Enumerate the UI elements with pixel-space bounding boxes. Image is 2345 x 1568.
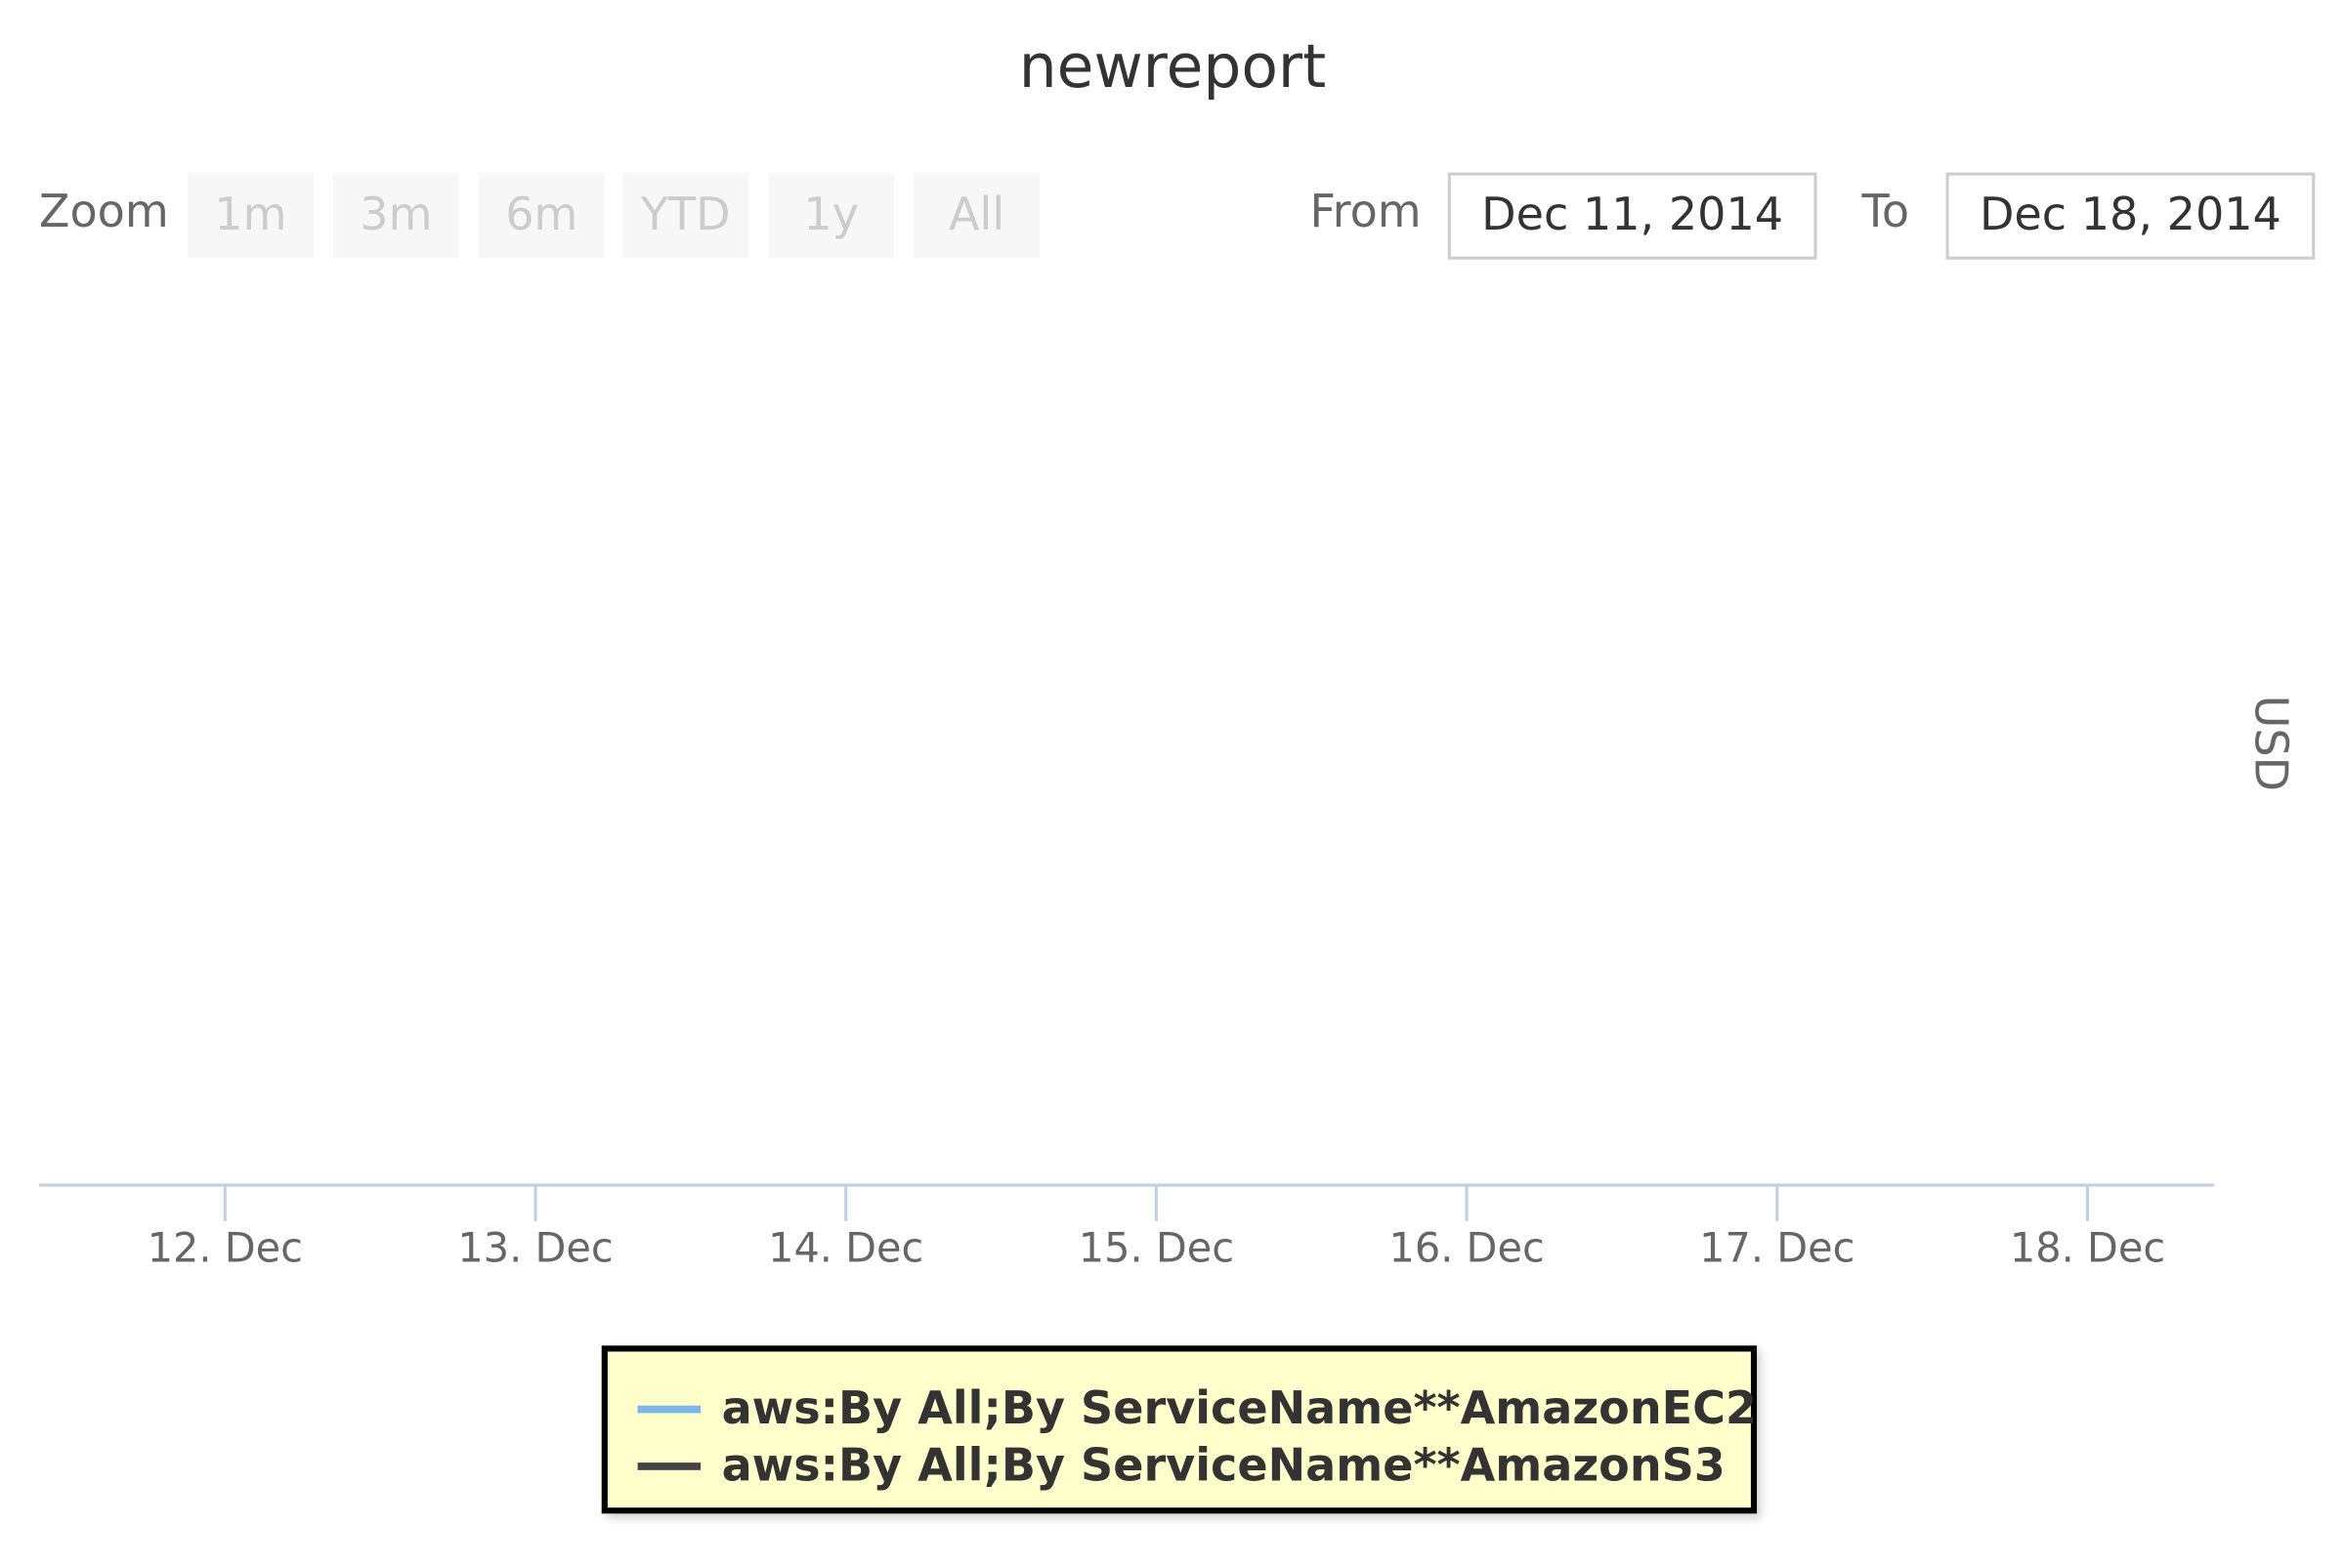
x-tick-label: 18. Dec: [2010, 1224, 2165, 1271]
legend-item-amazons3[interactable]: aws:By All;By ServiceName**AmazonS3: [637, 1437, 1726, 1494]
x-tick-label: 17. Dec: [1699, 1224, 1855, 1271]
x-tick-label: 14. Dec: [768, 1224, 923, 1271]
legend-item-amazonec2[interactable]: aws:By All;By ServiceName**AmazonEC2: [637, 1380, 1757, 1437]
legend-label-amazons3: aws:By All;By ServiceName**AmazonS3: [721, 1439, 1726, 1493]
legend-label-amazonec2: aws:By All;By ServiceName**AmazonEC2: [721, 1381, 1757, 1435]
legend-swatch-amazons3: [637, 1462, 702, 1470]
legend-swatch-amazonec2: [637, 1404, 702, 1413]
chart-container: newreport Zoom 1m 3m 6m YTD 1y All From …: [0, 0, 2345, 1568]
x-tick-label: 12. Dec: [148, 1224, 303, 1271]
x-tick-label: 16. Dec: [1388, 1224, 1544, 1271]
plot-area: 12. Dec 13. Dec 14. Dec 15. Dec 16. Dec 17. D…: [38, 1183, 2215, 1271]
y-axis-label: USD: [2243, 695, 2297, 792]
legend: aws:By All;By ServiceName**AmazonEC2 aws…: [601, 1345, 1758, 1514]
x-tick-label: 13. Dec: [457, 1224, 613, 1271]
x-tick-label: 15. Dec: [1079, 1224, 1234, 1271]
